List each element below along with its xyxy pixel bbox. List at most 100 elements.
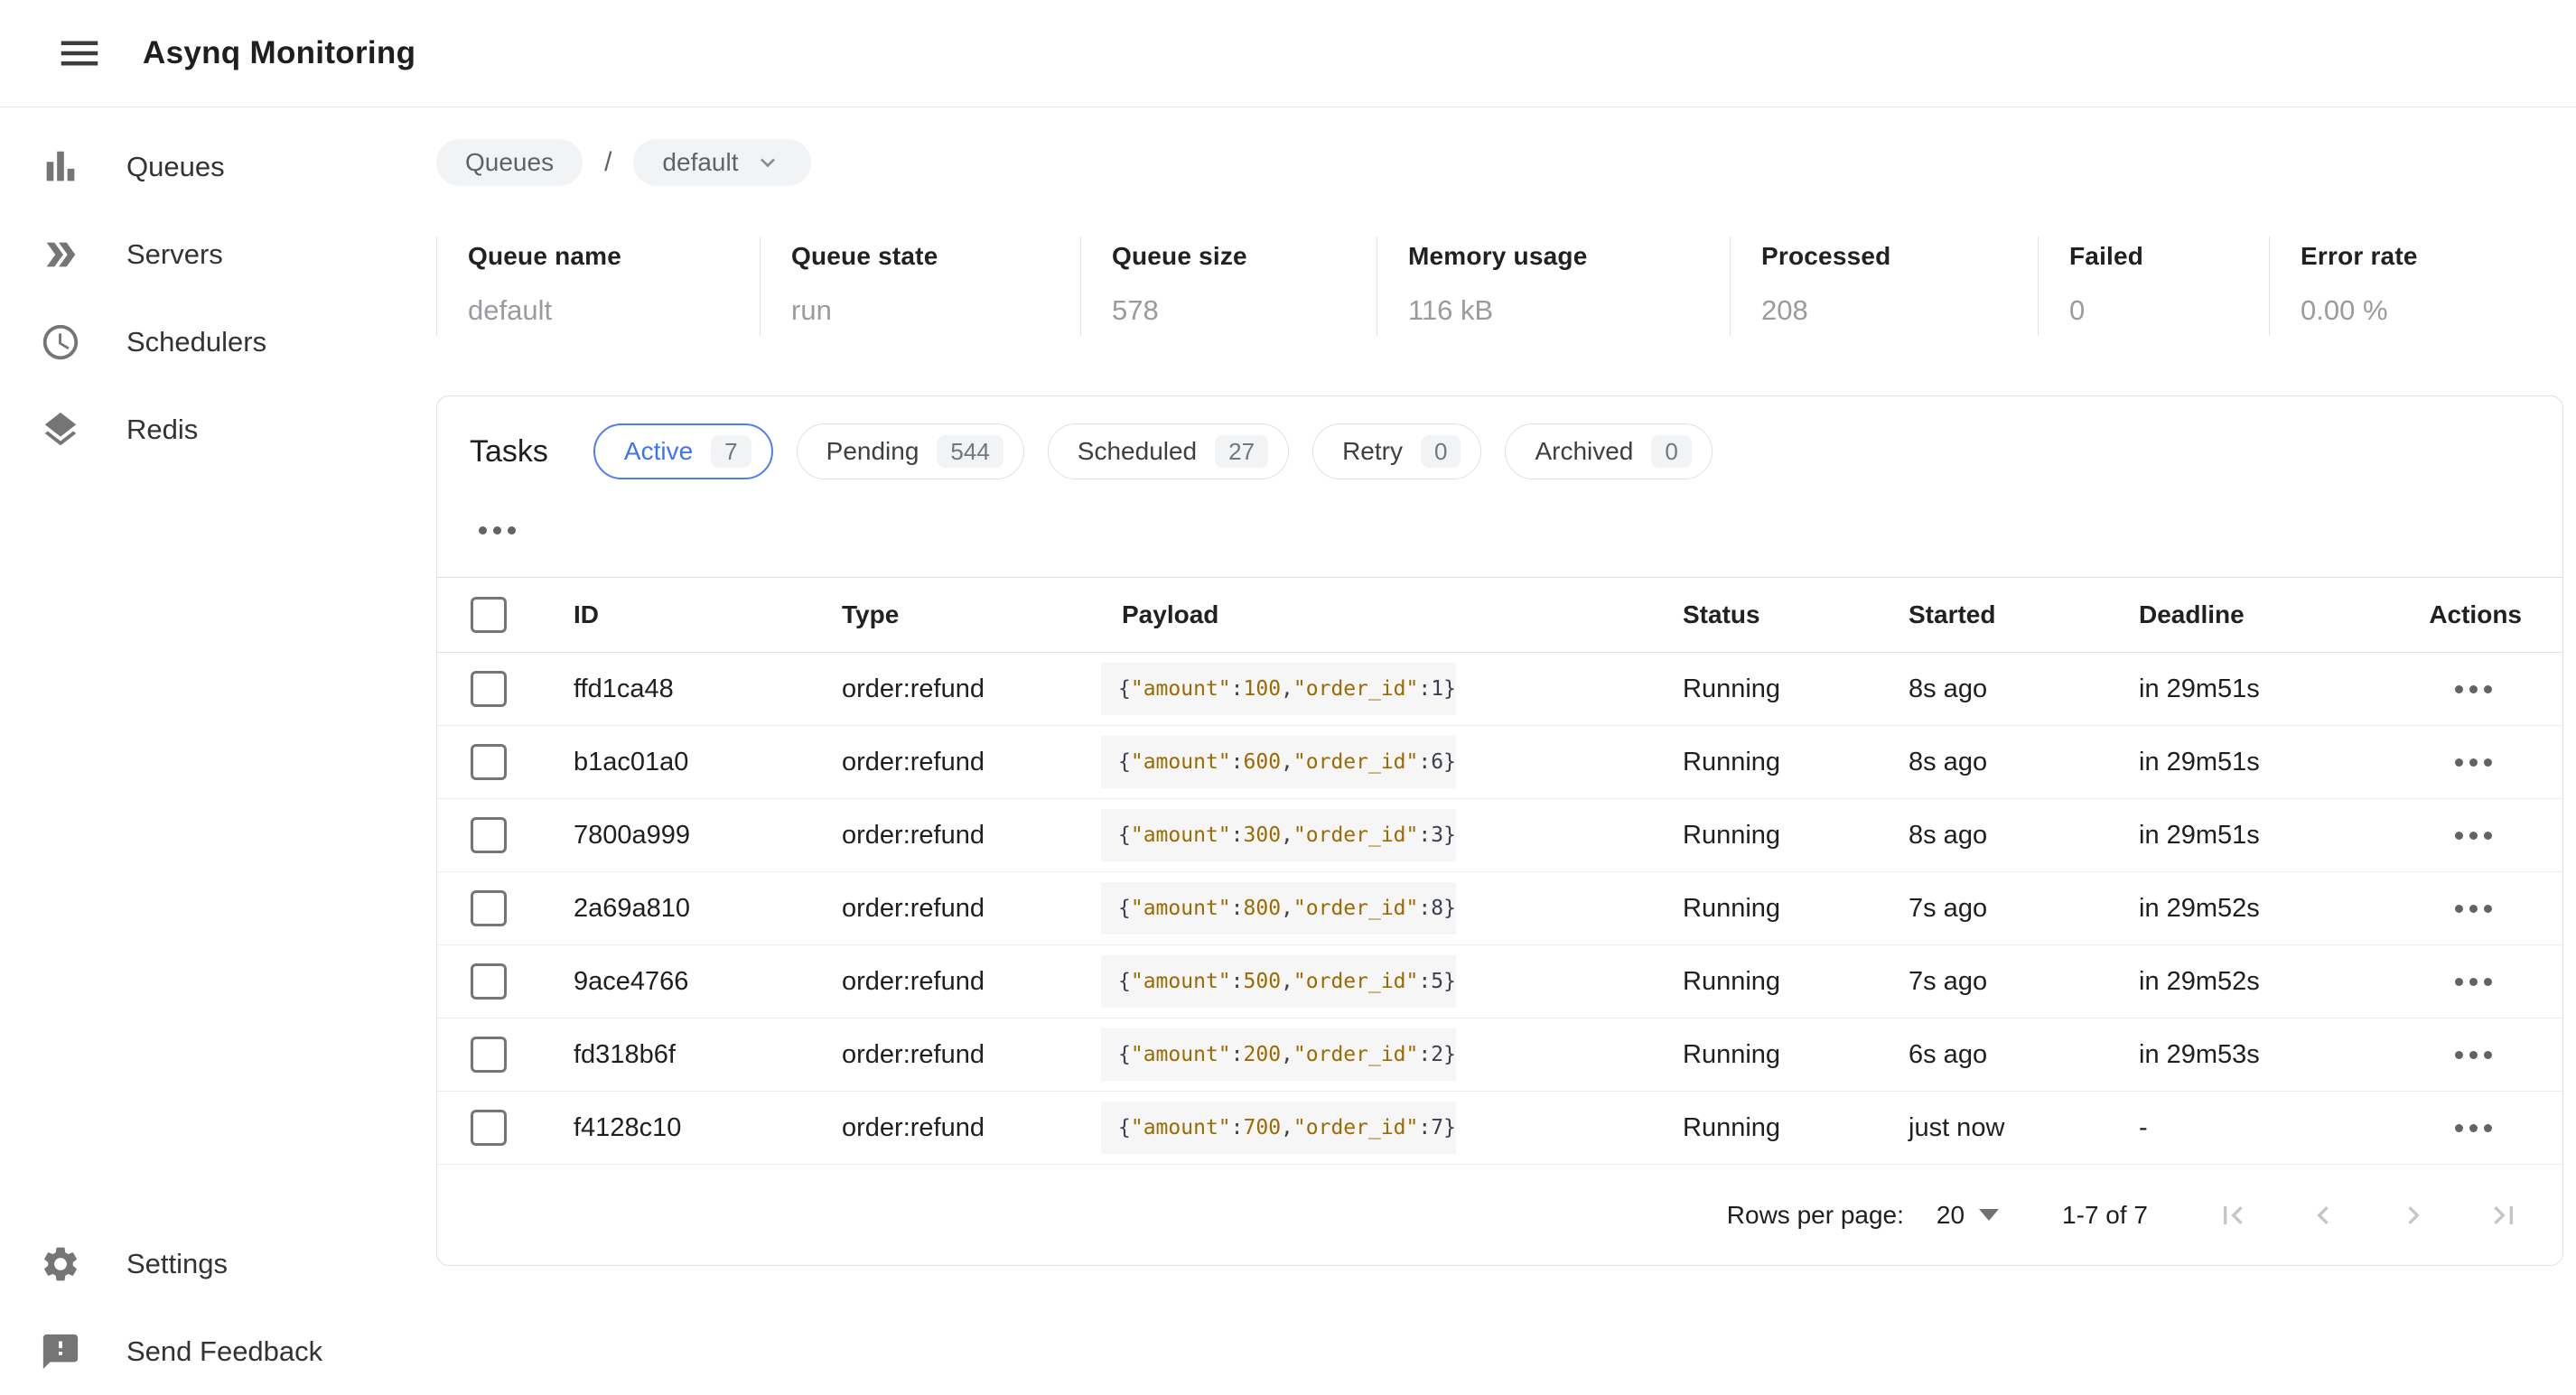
table-row: b1ac01a0 order:refund {"amount":600,"ord… — [437, 726, 2562, 799]
stat-value: 0 — [2069, 294, 2269, 327]
last-page-icon[interactable] — [2486, 1197, 2522, 1233]
table-body: ffd1ca48 order:refund {"amount":100,"ord… — [437, 653, 2562, 1165]
stat-error-rate: Error rate 0.00 % — [2269, 237, 2563, 336]
row-checkbox[interactable] — [471, 817, 507, 853]
stat-value: 208 — [1761, 294, 2038, 327]
breadcrumb: Queues / default — [436, 139, 2563, 186]
sidebar-item-label: Queues — [126, 151, 225, 183]
bulk-actions-row — [437, 510, 2562, 550]
row-checkbox[interactable] — [471, 1110, 507, 1146]
task-id-cell: b1ac01a0 — [543, 748, 811, 777]
dropdown-arrow-icon — [1979, 1209, 1999, 1221]
stat-label: Error rate — [2301, 242, 2563, 271]
more-horiz-icon[interactable] — [473, 521, 521, 540]
task-started-cell: 8s ago — [1889, 821, 2119, 851]
main-content: Queues / default Queue name default Queu… — [436, 107, 2563, 1266]
tab-count-badge: 27 — [1215, 435, 1268, 468]
tab-label: Pending — [826, 437, 919, 466]
rows-per-page-label: Rows per page: — [1727, 1201, 1904, 1230]
stat-queue-state: Queue state run — [760, 237, 1080, 336]
task-payload-cell: {"amount":600,"order_id":6} — [1097, 750, 1663, 774]
task-status-cell: Running — [1663, 674, 1889, 704]
tab-label: Archived — [1535, 437, 1633, 466]
stat-label: Failed — [2069, 242, 2269, 271]
tab-archived[interactable]: Archived 0 — [1505, 423, 1712, 479]
breadcrumb-root-label: Queues — [465, 148, 554, 177]
table-row: 9ace4766 order:refund {"amount":500,"ord… — [437, 945, 2562, 1018]
stat-memory-usage: Memory usage 116 kB — [1377, 237, 1730, 336]
stat-label: Queue size — [1112, 242, 1377, 271]
tab-pending[interactable]: Pending 544 — [797, 423, 1024, 479]
row-actions-more-icon[interactable] — [2450, 1119, 2497, 1138]
task-type-cell: order:refund — [811, 821, 1097, 851]
sidebar-item-settings[interactable]: Settings — [0, 1220, 436, 1307]
next-page-icon[interactable] — [2395, 1197, 2431, 1233]
previous-page-icon[interactable] — [2305, 1197, 2341, 1233]
table-row: f4128c10 order:refund {"amount":700,"ord… — [437, 1092, 2562, 1165]
task-payload-cell: {"amount":700,"order_id":7} — [1097, 1116, 1663, 1139]
sidebar-item-label: Redis — [126, 414, 198, 446]
task-id-cell: fd318b6f — [543, 1040, 811, 1070]
task-id-cell: 7800a999 — [543, 821, 811, 851]
breadcrumb-queues-chip[interactable]: Queues — [436, 139, 583, 186]
task-type-cell: order:refund — [811, 1040, 1097, 1070]
task-payload-code: {"amount":100,"order_id":1} — [1101, 663, 1456, 715]
task-started-cell: just now — [1889, 1113, 2119, 1143]
task-type-cell: order:refund — [811, 894, 1097, 924]
task-type-cell: order:refund — [811, 967, 1097, 997]
queue-stats-banner: Queue name default Queue state run Queue… — [436, 237, 2563, 336]
stat-value: default — [468, 294, 760, 327]
row-actions-more-icon[interactable] — [2450, 972, 2497, 991]
tasks-title: Tasks — [470, 434, 548, 470]
layers-icon — [40, 409, 81, 451]
sidebar-item-label: Servers — [126, 238, 223, 271]
sidebar-item-redis[interactable]: Redis — [0, 386, 436, 473]
task-type-cell: order:refund — [811, 674, 1097, 704]
tasks-card-header: Tasks Active 7 Pending 544 Scheduled 27 … — [437, 396, 2562, 479]
task-payload-code: {"amount":200,"order_id":2} — [1101, 1028, 1456, 1081]
row-actions-more-icon[interactable] — [2450, 680, 2497, 699]
task-deadline-cell: in 29m51s — [2119, 821, 2394, 851]
row-checkbox[interactable] — [471, 890, 507, 926]
sidebar-item-queues[interactable]: Queues — [0, 123, 436, 210]
row-actions-more-icon[interactable] — [2450, 826, 2497, 845]
breadcrumb-separator: / — [604, 147, 611, 178]
tasks-card: Tasks Active 7 Pending 544 Scheduled 27 … — [436, 395, 2563, 1266]
pagination-bar: Rows per page: 20 1-7 of 7 — [437, 1165, 2562, 1265]
app-title: Asynq Monitoring — [143, 35, 415, 71]
sidebar-item-send-feedback[interactable]: Send Feedback — [0, 1307, 436, 1395]
task-id-cell: ffd1ca48 — [543, 674, 811, 704]
tab-scheduled[interactable]: Scheduled 27 — [1048, 423, 1289, 479]
row-checkbox[interactable] — [471, 744, 507, 780]
stat-value: 578 — [1112, 294, 1377, 327]
row-checkbox[interactable] — [471, 671, 507, 707]
stat-value: 0.00 % — [2301, 294, 2563, 327]
hamburger-menu-icon[interactable] — [52, 26, 107, 80]
rows-per-page-select[interactable]: 20 — [1937, 1201, 1999, 1230]
task-id-cell: 2a69a810 — [543, 894, 811, 924]
task-payload-cell: {"amount":800,"order_id":8} — [1097, 897, 1663, 920]
table-row: 2a69a810 order:refund {"amount":800,"ord… — [437, 872, 2562, 945]
table-header-row: ID Type Payload Status Started Deadline … — [437, 577, 2562, 653]
stat-processed: Processed 208 — [1730, 237, 2038, 336]
sidebar-footer: Settings Send Feedback — [0, 1220, 436, 1395]
task-payload-cell: {"amount":200,"order_id":2} — [1097, 1043, 1663, 1066]
sidebar-item-schedulers[interactable]: Schedulers — [0, 298, 436, 386]
row-actions-more-icon[interactable] — [2450, 899, 2497, 918]
row-actions-more-icon[interactable] — [2450, 753, 2497, 772]
row-checkbox[interactable] — [471, 963, 507, 1000]
task-deadline-cell: - — [2119, 1113, 2394, 1143]
tab-count-badge: 544 — [937, 435, 1003, 468]
tab-active[interactable]: Active 7 — [593, 423, 773, 479]
sidebar-item-servers[interactable]: Servers — [0, 210, 436, 298]
row-actions-more-icon[interactable] — [2450, 1046, 2497, 1065]
column-header-id: ID — [543, 600, 811, 629]
breadcrumb-queue-selector[interactable]: default — [633, 139, 810, 186]
row-checkbox[interactable] — [471, 1037, 507, 1073]
task-payload-cell: {"amount":300,"order_id":3} — [1097, 823, 1663, 847]
task-deadline-cell: in 29m52s — [2119, 894, 2394, 924]
stat-failed: Failed 0 — [2038, 237, 2269, 336]
select-all-checkbox[interactable] — [471, 597, 507, 633]
tab-retry[interactable]: Retry 0 — [1312, 423, 1481, 479]
first-page-icon[interactable] — [2215, 1197, 2251, 1233]
